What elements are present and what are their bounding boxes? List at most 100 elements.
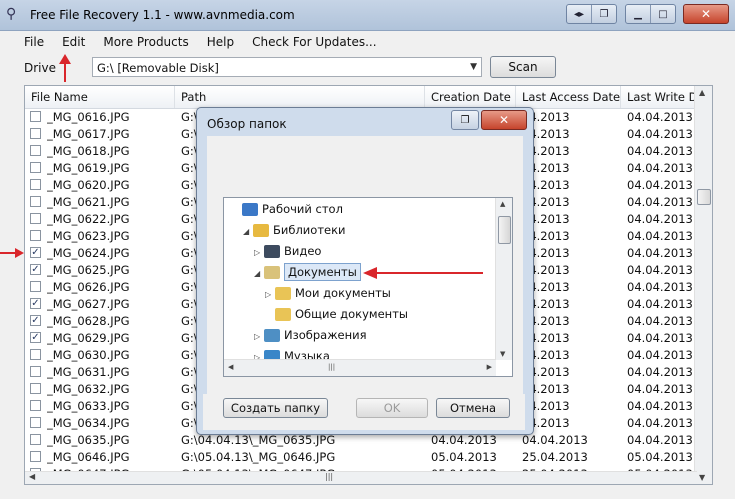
- column-last-access-date[interactable]: Last Access Date: [516, 86, 621, 108]
- cell-write: 04.04.2013: [627, 229, 693, 243]
- maximize-icon[interactable]: □: [651, 5, 675, 23]
- tree-item[interactable]: ◢ Документы: [254, 262, 361, 282]
- menu-check-updates[interactable]: Check For Updates...: [243, 31, 385, 53]
- tree-scroll-thumb[interactable]: [498, 216, 511, 244]
- row-checkbox[interactable]: [30, 196, 41, 207]
- row-checkbox[interactable]: [30, 400, 41, 411]
- collapse-icon[interactable]: ◢: [243, 222, 253, 242]
- row-checkbox[interactable]: [30, 349, 41, 360]
- dropdown-arrow-icon[interactable]: ▼: [470, 62, 477, 72]
- cell-name: _MG_0622.JPG: [47, 212, 130, 226]
- create-folder-button[interactable]: Создать папку: [223, 398, 328, 418]
- row-checkbox[interactable]: [30, 145, 41, 156]
- tree-item-label: Изображения: [284, 328, 367, 342]
- tree-item[interactable]: ▷ Мои документы: [265, 283, 391, 303]
- row-checkbox[interactable]: [30, 417, 41, 428]
- cell-name: _MG_0617.JPG: [47, 127, 130, 141]
- tree-item[interactable]: ◢ Библиотеки: [243, 220, 346, 240]
- cell-access: 04.2013: [522, 348, 570, 362]
- list-vertical-scrollbar[interactable]: ▲ ▼: [694, 86, 712, 484]
- expand-icon[interactable]: ▷: [265, 285, 275, 305]
- row-checkbox[interactable]: [30, 230, 41, 241]
- drive-select[interactable]: G:\ [Removable Disk] ▼: [92, 57, 482, 77]
- column-creation-date[interactable]: Creation Date: [425, 86, 516, 108]
- tree-scroll-down-icon[interactable]: ▼: [500, 350, 505, 358]
- cell-write: 04.04.2013: [627, 127, 693, 141]
- cell-name: _MG_0623.JPG: [47, 229, 130, 243]
- scroll-up-icon[interactable]: ▲: [699, 88, 705, 97]
- scroll-grip-icon[interactable]: |||: [325, 472, 333, 481]
- tree-item[interactable]: ▷ Видео: [254, 241, 321, 261]
- minimize-icon[interactable]: ▁: [626, 5, 651, 23]
- app-icon: ⚲: [6, 6, 17, 22]
- tree-scroll-left-icon[interactable]: ◀: [228, 363, 233, 371]
- resize-arrows-icon[interactable]: ◂▸: [567, 5, 592, 23]
- dialog-help-button[interactable]: ❐: [451, 110, 479, 130]
- cell-access: 04.2013: [522, 416, 570, 430]
- cell-name: _MG_0633.JPG: [47, 399, 130, 413]
- menu-more-products[interactable]: More Products: [94, 31, 197, 53]
- cell-write: 04.04.2013: [627, 263, 693, 277]
- row-checkbox[interactable]: [30, 383, 41, 394]
- tree-vertical-scrollbar[interactable]: ▲ ▼: [495, 198, 512, 360]
- column-path[interactable]: Path: [175, 86, 425, 108]
- scan-button[interactable]: Scan: [490, 56, 556, 78]
- row-checkbox[interactable]: [30, 128, 41, 139]
- row-checkbox[interactable]: [30, 434, 41, 445]
- cell-name: _MG_0624.JPG: [47, 246, 130, 260]
- cell-write: 04.04.2013: [627, 416, 693, 430]
- folder-icon: [275, 308, 291, 321]
- help-icon: ❐: [460, 114, 470, 126]
- tree-scroll-right-icon[interactable]: ▶: [487, 363, 492, 371]
- row-checkbox[interactable]: [30, 162, 41, 173]
- ok-button[interactable]: OK: [356, 398, 428, 418]
- annotation-arrow-documents: [377, 272, 483, 274]
- cell-write: 04.04.2013: [627, 297, 693, 311]
- cell-access: 04.2013: [522, 195, 570, 209]
- window-close-button[interactable]: ✕: [683, 4, 729, 24]
- cell-access: 04.2013: [522, 314, 570, 328]
- row-checkbox[interactable]: [30, 111, 41, 122]
- collapse-icon[interactable]: ◢: [254, 264, 264, 284]
- tree-item[interactable]: Общие документы: [265, 304, 408, 324]
- expand-icon[interactable]: ▷: [254, 243, 264, 263]
- table-row[interactable]: _MG_0646.JPG G:\05.04.13\_MG_0646.JPG 05.0…: [25, 449, 712, 466]
- row-checkbox-checked[interactable]: ✓: [30, 247, 41, 258]
- cell-name: _MG_0621.JPG: [47, 195, 130, 209]
- row-checkbox-checked[interactable]: ✓: [30, 315, 41, 326]
- scroll-down-icon[interactable]: ▼: [699, 473, 705, 482]
- tree-item[interactable]: Рабочий стол: [232, 199, 343, 219]
- row-checkbox[interactable]: [30, 366, 41, 377]
- expand-icon[interactable]: ▷: [254, 327, 264, 347]
- scroll-left-icon[interactable]: ◀: [29, 472, 35, 481]
- cell-name: _MG_0620.JPG: [47, 178, 130, 192]
- column-file-name[interactable]: File Name: [25, 86, 175, 108]
- tree-item-label: Мои документы: [295, 286, 391, 300]
- tree-horizontal-scrollbar[interactable]: ◀ ||| ▶: [224, 359, 496, 376]
- row-checkbox-checked[interactable]: ✓: [30, 264, 41, 275]
- menu-file[interactable]: File: [0, 31, 53, 53]
- dialog-close-button[interactable]: ✕: [481, 110, 527, 130]
- cancel-button[interactable]: Отмена: [436, 398, 510, 418]
- restore-view-icon[interactable]: ❐: [592, 5, 616, 23]
- cell-name: _MG_0625.JPG: [47, 263, 130, 277]
- row-checkbox-checked[interactable]: ✓: [30, 298, 41, 309]
- list-horizontal-scrollbar[interactable]: ◀ |||: [25, 471, 697, 484]
- menu-edit[interactable]: Edit: [53, 31, 94, 53]
- tree-item[interactable]: ▷ Изображения: [254, 325, 367, 345]
- cell-access: 04.2013: [522, 110, 570, 124]
- row-checkbox[interactable]: [30, 451, 41, 462]
- row-checkbox[interactable]: [30, 281, 41, 292]
- menu-help[interactable]: Help: [198, 31, 243, 53]
- cell-path: G:\05.04.13\_MG_0646.JPG: [181, 450, 336, 464]
- row-checkbox[interactable]: [30, 213, 41, 224]
- row-checkbox[interactable]: [30, 179, 41, 190]
- cell-access: 04.2013: [522, 246, 570, 260]
- row-checkbox-checked[interactable]: ✓: [30, 332, 41, 343]
- libraries-icon: [253, 224, 269, 237]
- scroll-thumb[interactable]: [697, 189, 711, 205]
- column-last-write-date[interactable]: Last Write Dat: [621, 86, 701, 108]
- tree-scroll-grip-icon[interactable]: |||: [328, 363, 335, 371]
- tree-scroll-up-icon[interactable]: ▲: [500, 200, 505, 208]
- cell-access: 04.2013: [522, 382, 570, 396]
